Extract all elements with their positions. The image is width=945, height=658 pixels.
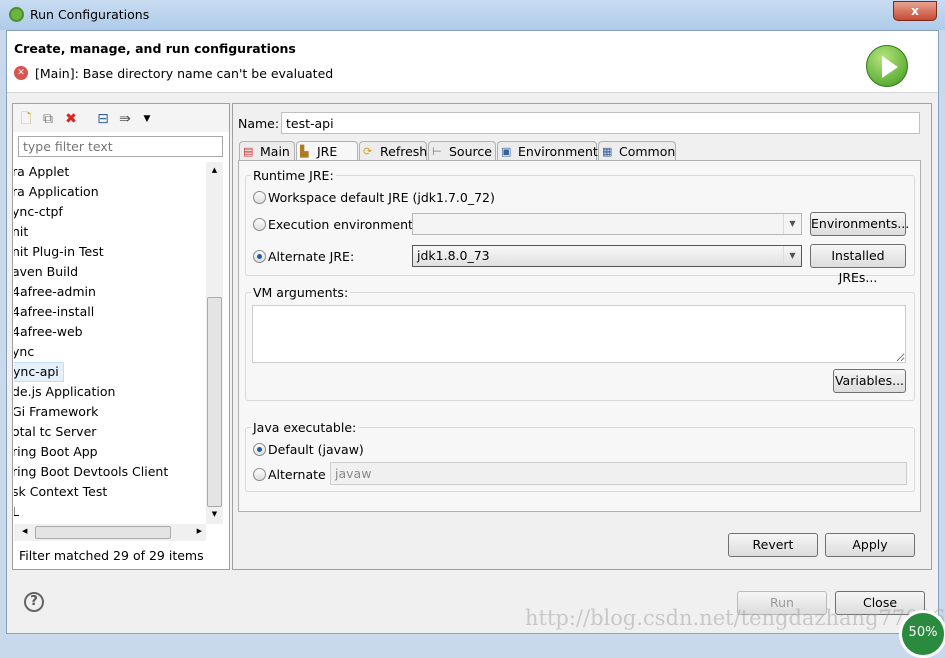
filter-icon[interactable]: ⇛ xyxy=(117,111,133,127)
list-item[interactable]: nit Plug-in Test xyxy=(14,242,206,262)
jre-icon: ▙ xyxy=(300,145,309,158)
list-item[interactable]: sk Context Test xyxy=(14,482,206,502)
chevron-down-icon: ▼ xyxy=(783,214,801,234)
tree-toolbar: 🗋 ⧉ ✖ ⊟ ⇛ ▼ xyxy=(13,104,229,132)
filter-input[interactable] xyxy=(18,136,223,157)
configuration-list: ra Applet ra Application ync-ctpf nit nit Pl… xyxy=(14,162,206,522)
header-title: Create, manage, and run configurations xyxy=(14,41,296,56)
window-close-button[interactable]: x xyxy=(893,1,937,21)
delete-icon[interactable]: ✖ xyxy=(63,111,79,127)
list-item[interactable]: de.js Application xyxy=(14,382,206,402)
alternate-jre-radio[interactable] xyxy=(253,250,266,263)
list-item[interactable]: nit xyxy=(14,222,206,242)
list-item[interactable]: 4afree-admin xyxy=(14,282,206,302)
list-item[interactable]: otal tc Server xyxy=(14,422,206,442)
watermark: http://blog.csdn.net/tengdazhang77096043… xyxy=(525,606,945,630)
alternate-jre-label: Alternate JRE: xyxy=(268,249,355,264)
vertical-scroll-thumb[interactable] xyxy=(207,297,222,507)
duplicate-icon[interactable]: ⧉ xyxy=(40,111,56,127)
apply-button[interactable]: Apply xyxy=(825,533,915,557)
tab-label: Environment xyxy=(518,144,598,159)
tab-environment[interactable]: ▣ Environment xyxy=(497,141,598,161)
list-item[interactable]: ync-ctpf xyxy=(14,202,206,222)
tab-label: Common xyxy=(619,144,676,159)
tab-label: JRE xyxy=(317,144,338,159)
horizontal-scroll-thumb[interactable] xyxy=(35,526,171,539)
runtime-jre-label: Runtime JRE: xyxy=(251,168,336,183)
execution-environment-select[interactable]: ▼ xyxy=(412,213,802,235)
refresh-icon: ⟳ xyxy=(363,145,373,158)
alternate-executable-input[interactable]: javaw xyxy=(330,462,907,485)
alternate-jre-select[interactable]: jdk1.8.0_73 ▼ xyxy=(412,245,802,267)
vm-arguments-input[interactable] xyxy=(252,305,906,363)
name-input[interactable] xyxy=(281,112,920,134)
list-item[interactable]: ring Boot App xyxy=(14,442,206,462)
header-error-message: [Main]: Base directory name can't be eva… xyxy=(35,66,334,81)
default-javaw-label: Default (javaw) xyxy=(268,442,364,457)
environment-icon: ▣ xyxy=(501,145,512,158)
common-icon: ▦ xyxy=(602,145,613,158)
new-config-icon[interactable]: 🗋 xyxy=(18,111,34,127)
environments-button[interactable]: Environments... xyxy=(810,212,909,236)
workspace-default-radio[interactable] xyxy=(253,191,266,204)
tab-main[interactable]: ▤ Main xyxy=(239,141,295,161)
tab-refresh[interactable]: ⟳ Refresh xyxy=(359,141,427,161)
revert-button[interactable]: Revert xyxy=(728,533,818,557)
window-title: Run Configurations xyxy=(30,7,150,22)
view-menu-chevron-down-icon[interactable]: ▼ xyxy=(139,111,155,127)
installed-jres-button[interactable]: Installed JREs... xyxy=(810,244,906,285)
list-item[interactable]: ring Boot Devtools Client xyxy=(14,462,206,482)
execution-environment-label: Execution environment: xyxy=(268,217,418,232)
main-tab-icon: ▤ xyxy=(243,145,254,158)
alternate-executable-radio[interactable] xyxy=(253,468,266,481)
java-executable-label: Java executable: xyxy=(251,420,359,435)
tab-label: Main xyxy=(260,144,290,159)
list-item[interactable]: 4afree-install xyxy=(14,302,206,322)
tab-jre[interactable]: ▙ JRE xyxy=(296,141,358,162)
workspace-default-label: Workspace default JRE (jdk1.7.0_72) xyxy=(268,190,495,205)
tab-label: Refresh xyxy=(380,144,428,159)
default-javaw-radio[interactable] xyxy=(253,443,266,456)
execution-environment-radio[interactable] xyxy=(253,218,266,231)
name-label: Name: xyxy=(238,116,280,131)
list-item[interactable]: ra Application xyxy=(14,182,206,202)
vm-arguments-label: VM arguments: xyxy=(251,285,351,300)
tab-label: Source xyxy=(449,144,492,159)
list-item[interactable]: ync-api xyxy=(14,362,64,382)
progress-badge: 50% xyxy=(899,610,945,658)
list-item[interactable]: L xyxy=(14,502,206,522)
list-item[interactable]: ync xyxy=(14,342,206,362)
source-icon: ⊢ xyxy=(432,145,442,158)
app-icon xyxy=(9,7,24,22)
collapse-all-icon[interactable]: ⊟ xyxy=(95,111,111,127)
tab-common[interactable]: ▦ Common xyxy=(598,141,676,161)
error-icon: ✕ xyxy=(14,66,28,80)
list-item[interactable]: ra Applet xyxy=(14,162,206,182)
run-banner-icon xyxy=(866,45,908,87)
list-item[interactable]: Gi Framework xyxy=(14,402,206,422)
filter-status: Filter matched 29 of 29 items xyxy=(19,548,204,563)
chevron-down-icon: ▼ xyxy=(783,246,801,266)
help-icon[interactable]: ? xyxy=(24,592,44,612)
list-item[interactable]: aven Build xyxy=(14,262,206,282)
alternate-executable-label: Alternate xyxy=(268,467,326,482)
tab-source[interactable]: ⊢ Source xyxy=(428,141,496,161)
list-item[interactable]: 4afree-web xyxy=(14,322,206,342)
variables-button[interactable]: Variables... xyxy=(833,369,906,393)
